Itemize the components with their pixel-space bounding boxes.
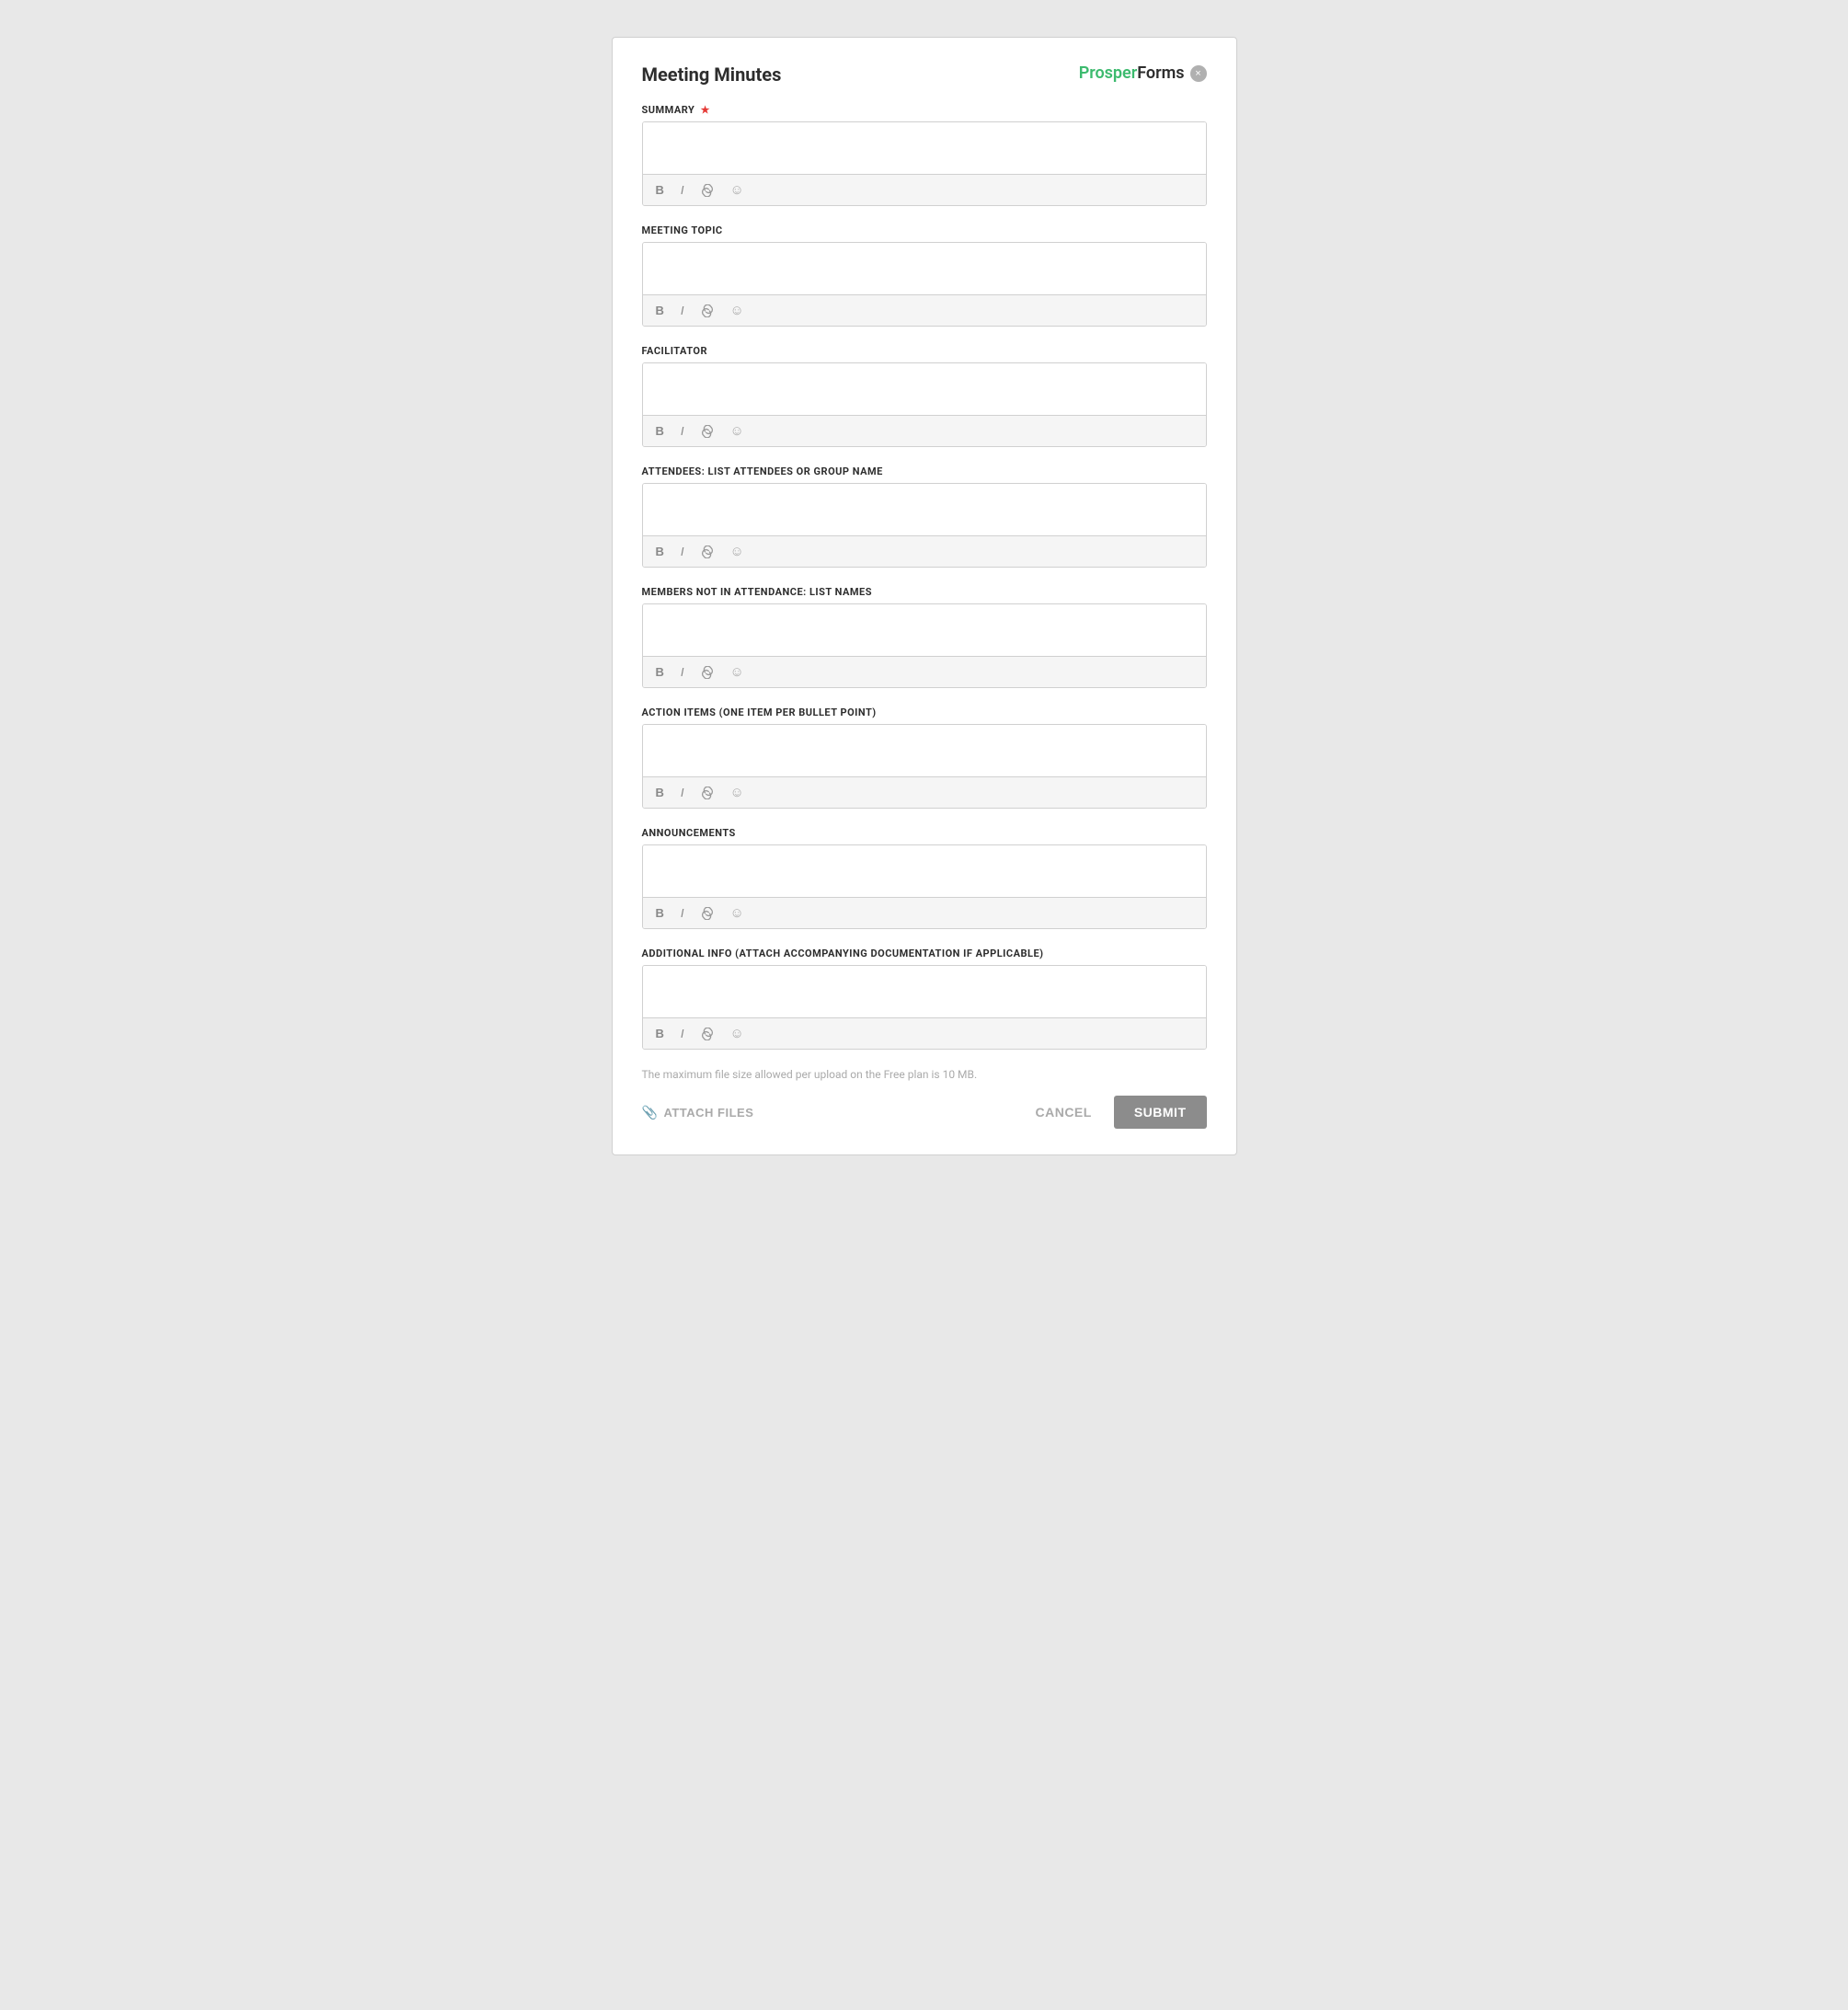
italic-button-attendees[interactable]: I <box>677 543 688 560</box>
italic-button-meeting_topic[interactable]: I <box>677 302 688 319</box>
toolbar-additional_info: BI ☺ <box>643 1017 1206 1049</box>
field-action_items: ACTION ITEMS (ONE ITEM PER BULLET POINT)… <box>642 706 1207 809</box>
label-members_not_attending: MEMBERS NOT IN ATTENDANCE: LIST NAMES <box>642 586 1207 598</box>
attach-label: ATTACH FILES <box>663 1106 753 1120</box>
emoji-button-action_items[interactable]: ☺ <box>727 783 748 802</box>
form-header: Meeting Minutes ProsperForms × <box>642 63 1207 86</box>
bold-button-facilitator[interactable]: B <box>652 422 668 440</box>
toolbar-attendees: BI ☺ <box>643 535 1206 567</box>
field-announcements: ANNOUNCEMENTS BI ☺ <box>642 827 1207 929</box>
label-announcements: ANNOUNCEMENTS <box>642 827 1207 839</box>
editor-announcements: BI ☺ <box>642 844 1207 929</box>
textarea-meeting_topic[interactable] <box>643 243 1206 291</box>
logo: ProsperForms <box>1079 63 1185 83</box>
emoji-button-summary[interactable]: ☺ <box>727 180 748 200</box>
editor-action_items: BI ☺ <box>642 724 1207 809</box>
textarea-announcements[interactable] <box>643 845 1206 893</box>
toolbar-summary: BI ☺ <box>643 174 1206 205</box>
link-button-announcements[interactable] <box>697 905 717 922</box>
toolbar-members_not_attending: BI ☺ <box>643 656 1206 687</box>
link-button-facilitator[interactable] <box>697 423 717 440</box>
field-additional_info: ADDITIONAL INFO (ATTACH ACCOMPANYING DOC… <box>642 948 1207 1050</box>
logo-prosper: Prosper <box>1079 63 1138 83</box>
emoji-button-attendees[interactable]: ☺ <box>727 542 748 561</box>
field-summary: SUMMARY ★ BI ☺ <box>642 104 1207 206</box>
italic-button-members_not_attending[interactable]: I <box>677 663 688 681</box>
logo-wrapper: ProsperForms × <box>1079 63 1207 83</box>
link-button-summary[interactable] <box>697 182 717 199</box>
label-meeting_topic: MEETING TOPIC <box>642 224 1207 236</box>
toolbar-announcements: BI ☺ <box>643 897 1206 928</box>
label-additional_info: ADDITIONAL INFO (ATTACH ACCOMPANYING DOC… <box>642 948 1207 959</box>
emoji-button-members_not_attending[interactable]: ☺ <box>727 662 748 682</box>
textarea-members_not_attending[interactable] <box>643 604 1206 652</box>
toolbar-meeting_topic: BI ☺ <box>643 294 1206 326</box>
textarea-additional_info[interactable] <box>643 966 1206 1014</box>
label-facilitator: FACILITATOR <box>642 345 1207 357</box>
form-title-block: Meeting Minutes <box>642 63 782 86</box>
italic-button-action_items[interactable]: I <box>677 784 688 801</box>
italic-button-announcements[interactable]: I <box>677 904 688 922</box>
attach-files-button[interactable]: 📎 ATTACH FILES <box>642 1105 754 1120</box>
link-button-action_items[interactable] <box>697 785 717 801</box>
bold-button-meeting_topic[interactable]: B <box>652 302 668 319</box>
emoji-button-announcements[interactable]: ☺ <box>727 903 748 923</box>
fields-container: SUMMARY ★BI☺MEETING TOPICBI☺FACILITATORB… <box>642 104 1207 1050</box>
editor-attendees: BI ☺ <box>642 483 1207 568</box>
submit-button[interactable]: SUBMIT <box>1114 1096 1207 1129</box>
file-size-note: The maximum file size allowed per upload… <box>642 1068 1207 1081</box>
field-attendees: ATTENDEES: LIST ATTENDEES OR GROUP NAME B… <box>642 465 1207 568</box>
action-buttons: CANCEL SUBMIT <box>1024 1096 1206 1129</box>
editor-meeting_topic: BI ☺ <box>642 242 1207 327</box>
textarea-facilitator[interactable] <box>643 363 1206 411</box>
emoji-button-meeting_topic[interactable]: ☺ <box>727 301 748 320</box>
field-meeting_topic: MEETING TOPIC BI ☺ <box>642 224 1207 327</box>
label-attendees: ATTENDEES: LIST ATTENDEES OR GROUP NAME <box>642 465 1207 477</box>
link-button-additional_info[interactable] <box>697 1026 717 1042</box>
form-container: Meeting Minutes ProsperForms × SUMMARY ★… <box>612 37 1237 1155</box>
toolbar-action_items: BI ☺ <box>643 776 1206 808</box>
italic-button-additional_info[interactable]: I <box>677 1025 688 1042</box>
cancel-button[interactable]: CANCEL <box>1024 1097 1102 1127</box>
field-facilitator: FACILITATOR BI ☺ <box>642 345 1207 447</box>
logo-forms: Forms <box>1137 63 1184 83</box>
form-actions: 📎 ATTACH FILES CANCEL SUBMIT <box>642 1096 1207 1129</box>
paperclip-icon: 📎 <box>642 1105 659 1120</box>
emoji-button-additional_info[interactable]: ☺ <box>727 1024 748 1043</box>
label-summary: SUMMARY ★ <box>642 104 1207 116</box>
editor-additional_info: BI ☺ <box>642 965 1207 1050</box>
italic-button-facilitator[interactable]: I <box>677 422 688 440</box>
link-button-members_not_attending[interactable] <box>697 664 717 681</box>
label-action_items: ACTION ITEMS (ONE ITEM PER BULLET POINT) <box>642 706 1207 718</box>
emoji-button-facilitator[interactable]: ☺ <box>727 421 748 441</box>
field-members_not_attending: MEMBERS NOT IN ATTENDANCE: LIST NAMES BI ☺ <box>642 586 1207 688</box>
close-button[interactable]: × <box>1190 65 1207 82</box>
link-button-attendees[interactable] <box>697 544 717 560</box>
textarea-attendees[interactable] <box>643 484 1206 532</box>
toolbar-facilitator: BI ☺ <box>643 415 1206 446</box>
editor-members_not_attending: BI ☺ <box>642 603 1207 688</box>
editor-facilitator: BI ☺ <box>642 362 1207 447</box>
required-indicator: ★ <box>697 104 710 116</box>
textarea-summary[interactable] <box>643 122 1206 170</box>
editor-summary: BI ☺ <box>642 121 1207 206</box>
textarea-action_items[interactable] <box>643 725 1206 773</box>
italic-button-summary[interactable]: I <box>677 181 688 199</box>
bold-button-action_items[interactable]: B <box>652 784 668 801</box>
bold-button-additional_info[interactable]: B <box>652 1025 668 1042</box>
bold-button-summary[interactable]: B <box>652 181 668 199</box>
bold-button-members_not_attending[interactable]: B <box>652 663 668 681</box>
bold-button-attendees[interactable]: B <box>652 543 668 560</box>
bold-button-announcements[interactable]: B <box>652 904 668 922</box>
link-button-meeting_topic[interactable] <box>697 303 717 319</box>
form-title: Meeting Minutes <box>642 63 782 86</box>
